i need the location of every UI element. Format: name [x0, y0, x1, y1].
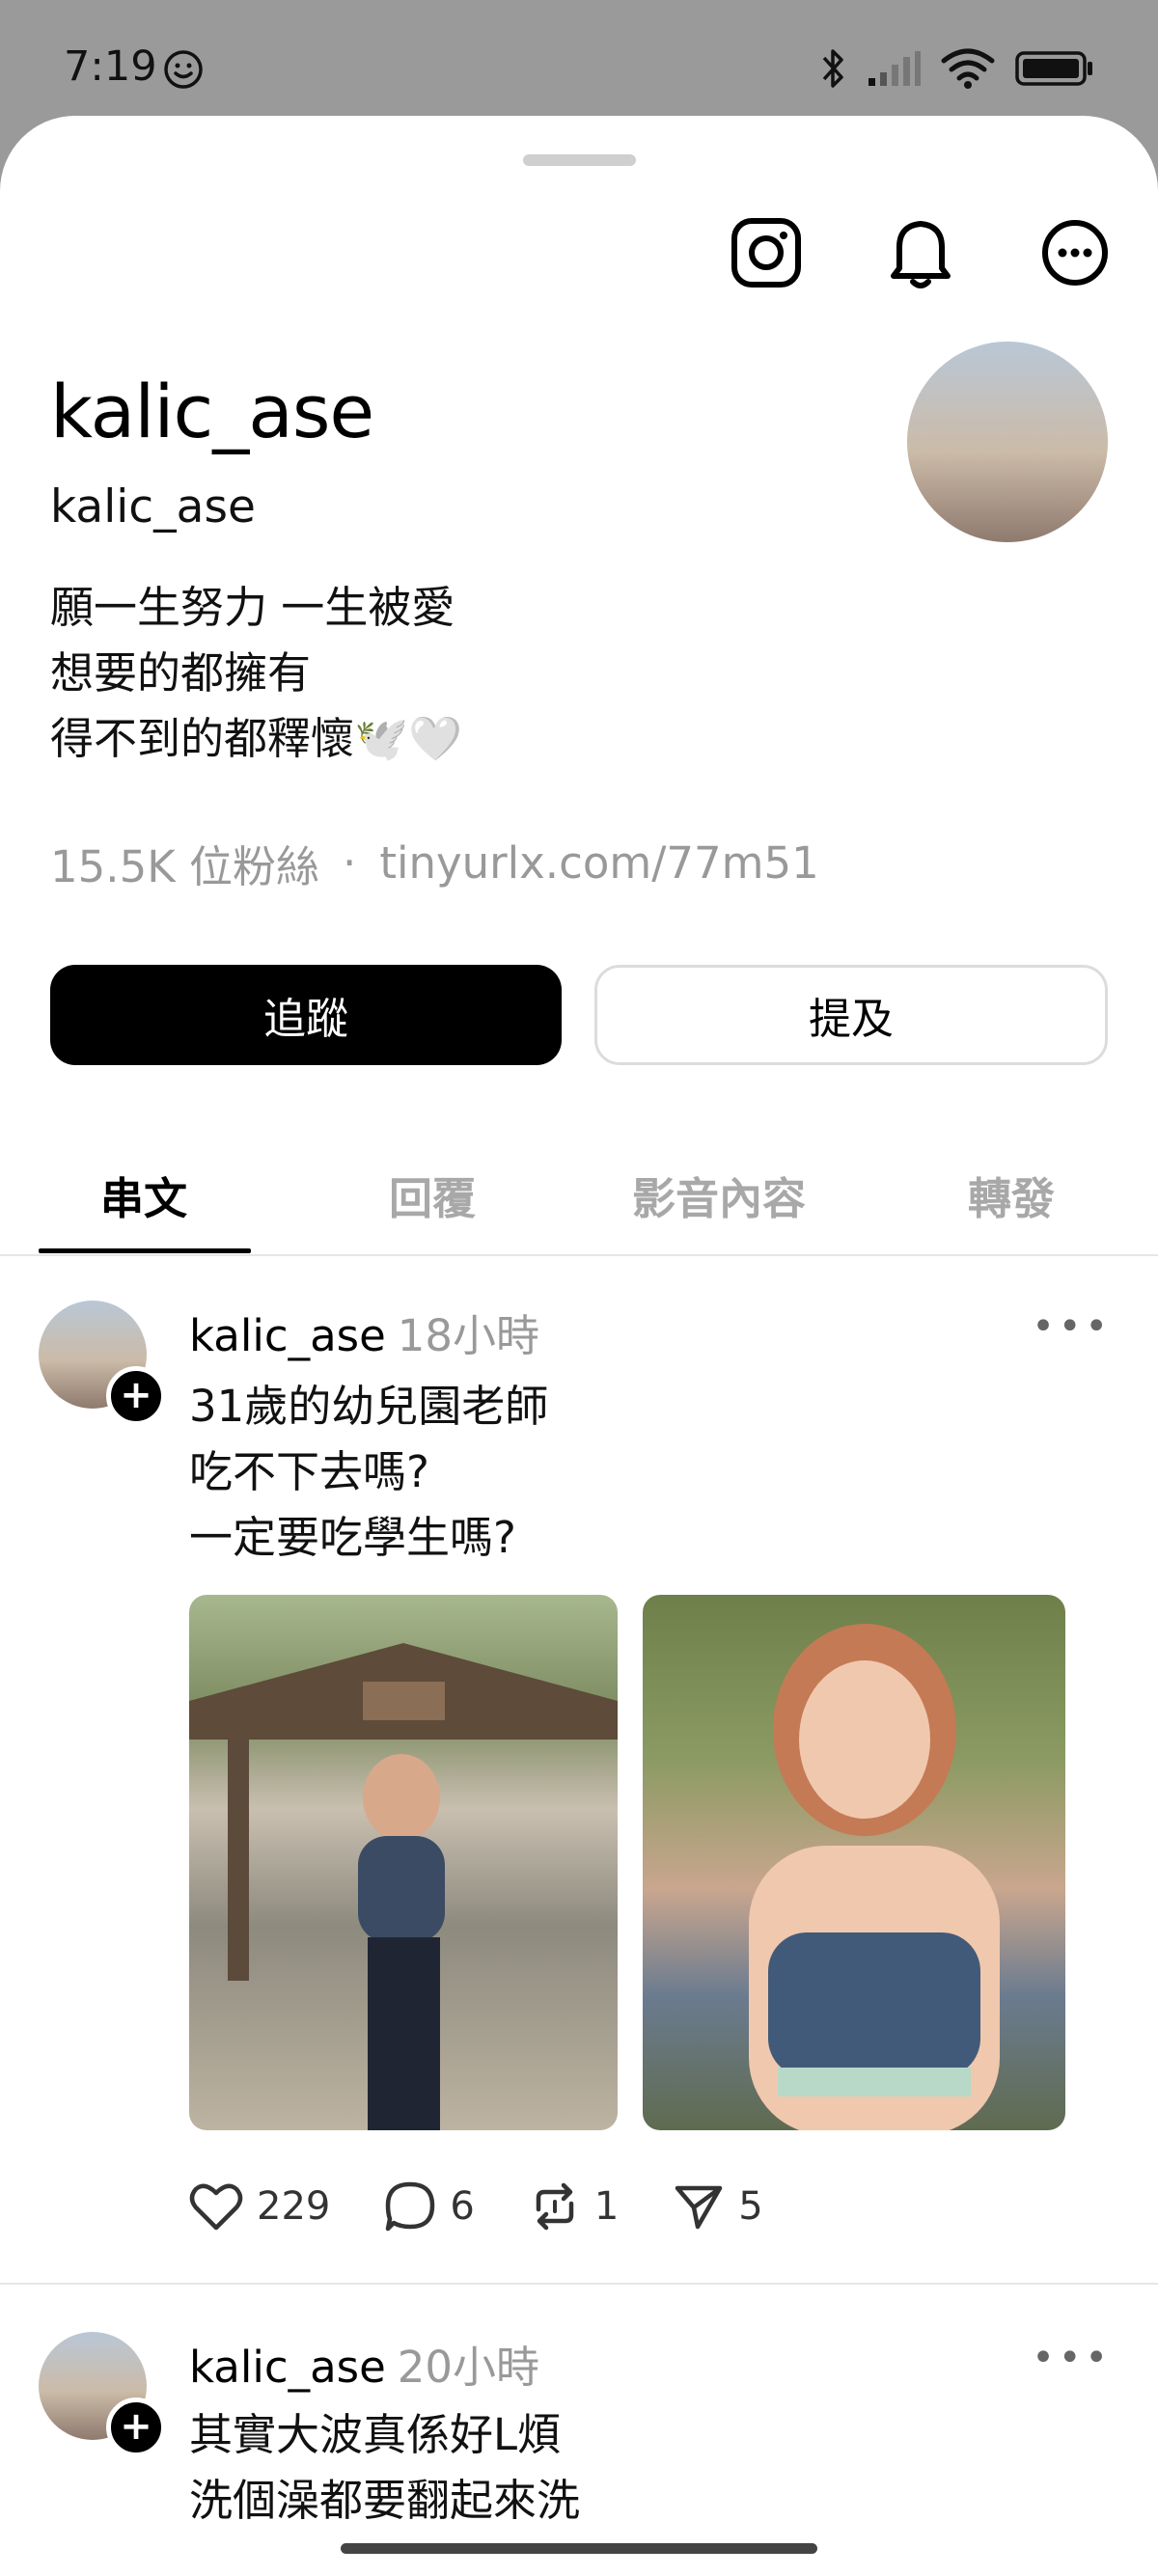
heart-icon	[189, 2183, 243, 2231]
comment-button[interactable]: 6	[384, 2180, 475, 2233]
active-tab-indicator	[39, 1248, 251, 1253]
status-bar: 7:19	[0, 0, 1158, 116]
post-text-line: 31歲的幼兒園老師	[189, 1381, 549, 1432]
status-time: 7:19	[64, 42, 157, 91]
send-icon	[676, 2185, 723, 2230]
mention-button[interactable]: 提及	[594, 965, 1108, 1065]
post-username[interactable]: kalic_ase	[189, 2342, 386, 2393]
battery-icon	[1015, 51, 1092, 86]
more-circle-icon	[1042, 220, 1108, 286]
instagram-icon	[731, 218, 801, 288]
wifi-icon	[941, 48, 995, 89]
tab-media[interactable]: 影音內容	[632, 1164, 806, 1226]
post-more-icon[interactable]: •••	[1032, 1304, 1112, 1349]
post-text: 其實大波真係好L煩 洗個澡都要翻起來洗	[189, 2402, 580, 2534]
repost-count: 1	[593, 2184, 620, 2229]
notifications-button[interactable]	[882, 214, 959, 291]
profile-handle: kalic_ase	[50, 480, 256, 534]
post-divider	[0, 2283, 1158, 2285]
post-image[interactable]	[643, 1595, 1065, 2130]
profile-link[interactable]: tinyurlx.com/77m51	[379, 837, 818, 889]
home-indicator[interactable]	[341, 2543, 817, 2554]
like-count: 229	[257, 2184, 331, 2229]
comment-count: 6	[450, 2184, 475, 2229]
repost-icon	[536, 2182, 574, 2231]
tab-replies[interactable]: 回覆	[389, 1164, 476, 1226]
follow-button[interactable]: 追蹤	[50, 965, 562, 1065]
post-text: 31歲的幼兒園老師 吃不下去嗎? 一定要吃學生嗎?	[189, 1374, 548, 1571]
smiley-icon	[164, 50, 203, 89]
profile-avatar[interactable]	[907, 342, 1108, 542]
bio-line: 願一生努力 一生被愛	[50, 582, 455, 633]
tab-threads[interactable]: 串文	[100, 1164, 187, 1226]
hiking-photo-1	[189, 1643, 618, 2130]
post-username[interactable]: kalic_ase	[189, 1310, 386, 1361]
post-actions: 229 6 1 5	[189, 2180, 817, 2233]
post-author[interactable]: kalic_ase 20小時	[189, 2332, 539, 2395]
bell-icon	[891, 221, 951, 288]
follow-plus-icon[interactable]: +	[106, 1366, 166, 1426]
follower-count[interactable]: 15.5K 位粉絲	[50, 832, 319, 894]
share-button[interactable]: 5	[673, 2180, 763, 2233]
post-more-icon[interactable]: •••	[1032, 2336, 1112, 2380]
profile-name: kalic_ase	[50, 369, 374, 454]
bio-line: 得不到的都釋懷🕊️🤍	[50, 713, 463, 764]
profile-bio: 願一生努力 一生被愛 想要的都擁有 得不到的都釋懷🕊️🤍	[50, 575, 462, 772]
hiking-photo-2	[749, 1624, 1000, 2130]
meta-separator: ·	[343, 837, 357, 889]
post-time: 18小時	[397, 1310, 540, 1361]
tab-reposts[interactable]: 轉發	[968, 1164, 1055, 1226]
post-text-line: 一定要吃學生嗎?	[189, 1512, 516, 1563]
post-author[interactable]: kalic_ase 18小時	[189, 1301, 539, 1363]
bio-line: 想要的都擁有	[50, 647, 312, 699]
follow-plus-icon[interactable]: +	[106, 2398, 166, 2457]
status-indicators	[818, 46, 1094, 91]
instagram-button[interactable]	[728, 214, 805, 291]
post-text-line: 洗個澡都要翻起來洗	[189, 2475, 581, 2526]
more-options-button[interactable]	[1036, 214, 1114, 291]
post-time: 20小時	[397, 2342, 540, 2393]
post-image[interactable]	[189, 1595, 618, 2130]
bluetooth-icon	[822, 49, 843, 88]
post-text-line: 吃不下去嗎?	[189, 1446, 429, 1497]
share-count: 5	[738, 2184, 763, 2229]
profile-meta: 15.5K 位粉絲 · tinyurlx.com/77m51	[50, 832, 819, 894]
like-button[interactable]: 229	[189, 2181, 330, 2232]
repost-button[interactable]: 1	[529, 2180, 619, 2233]
drag-handle[interactable]	[523, 154, 636, 166]
top-actions	[728, 214, 1114, 291]
profile-tabs: 串文 回覆 影音內容 轉發	[0, 1142, 1158, 1256]
signal-icon	[868, 51, 921, 86]
comment-icon	[386, 2181, 435, 2232]
post-text-line: 其實大波真係好L煩	[189, 2409, 562, 2460]
